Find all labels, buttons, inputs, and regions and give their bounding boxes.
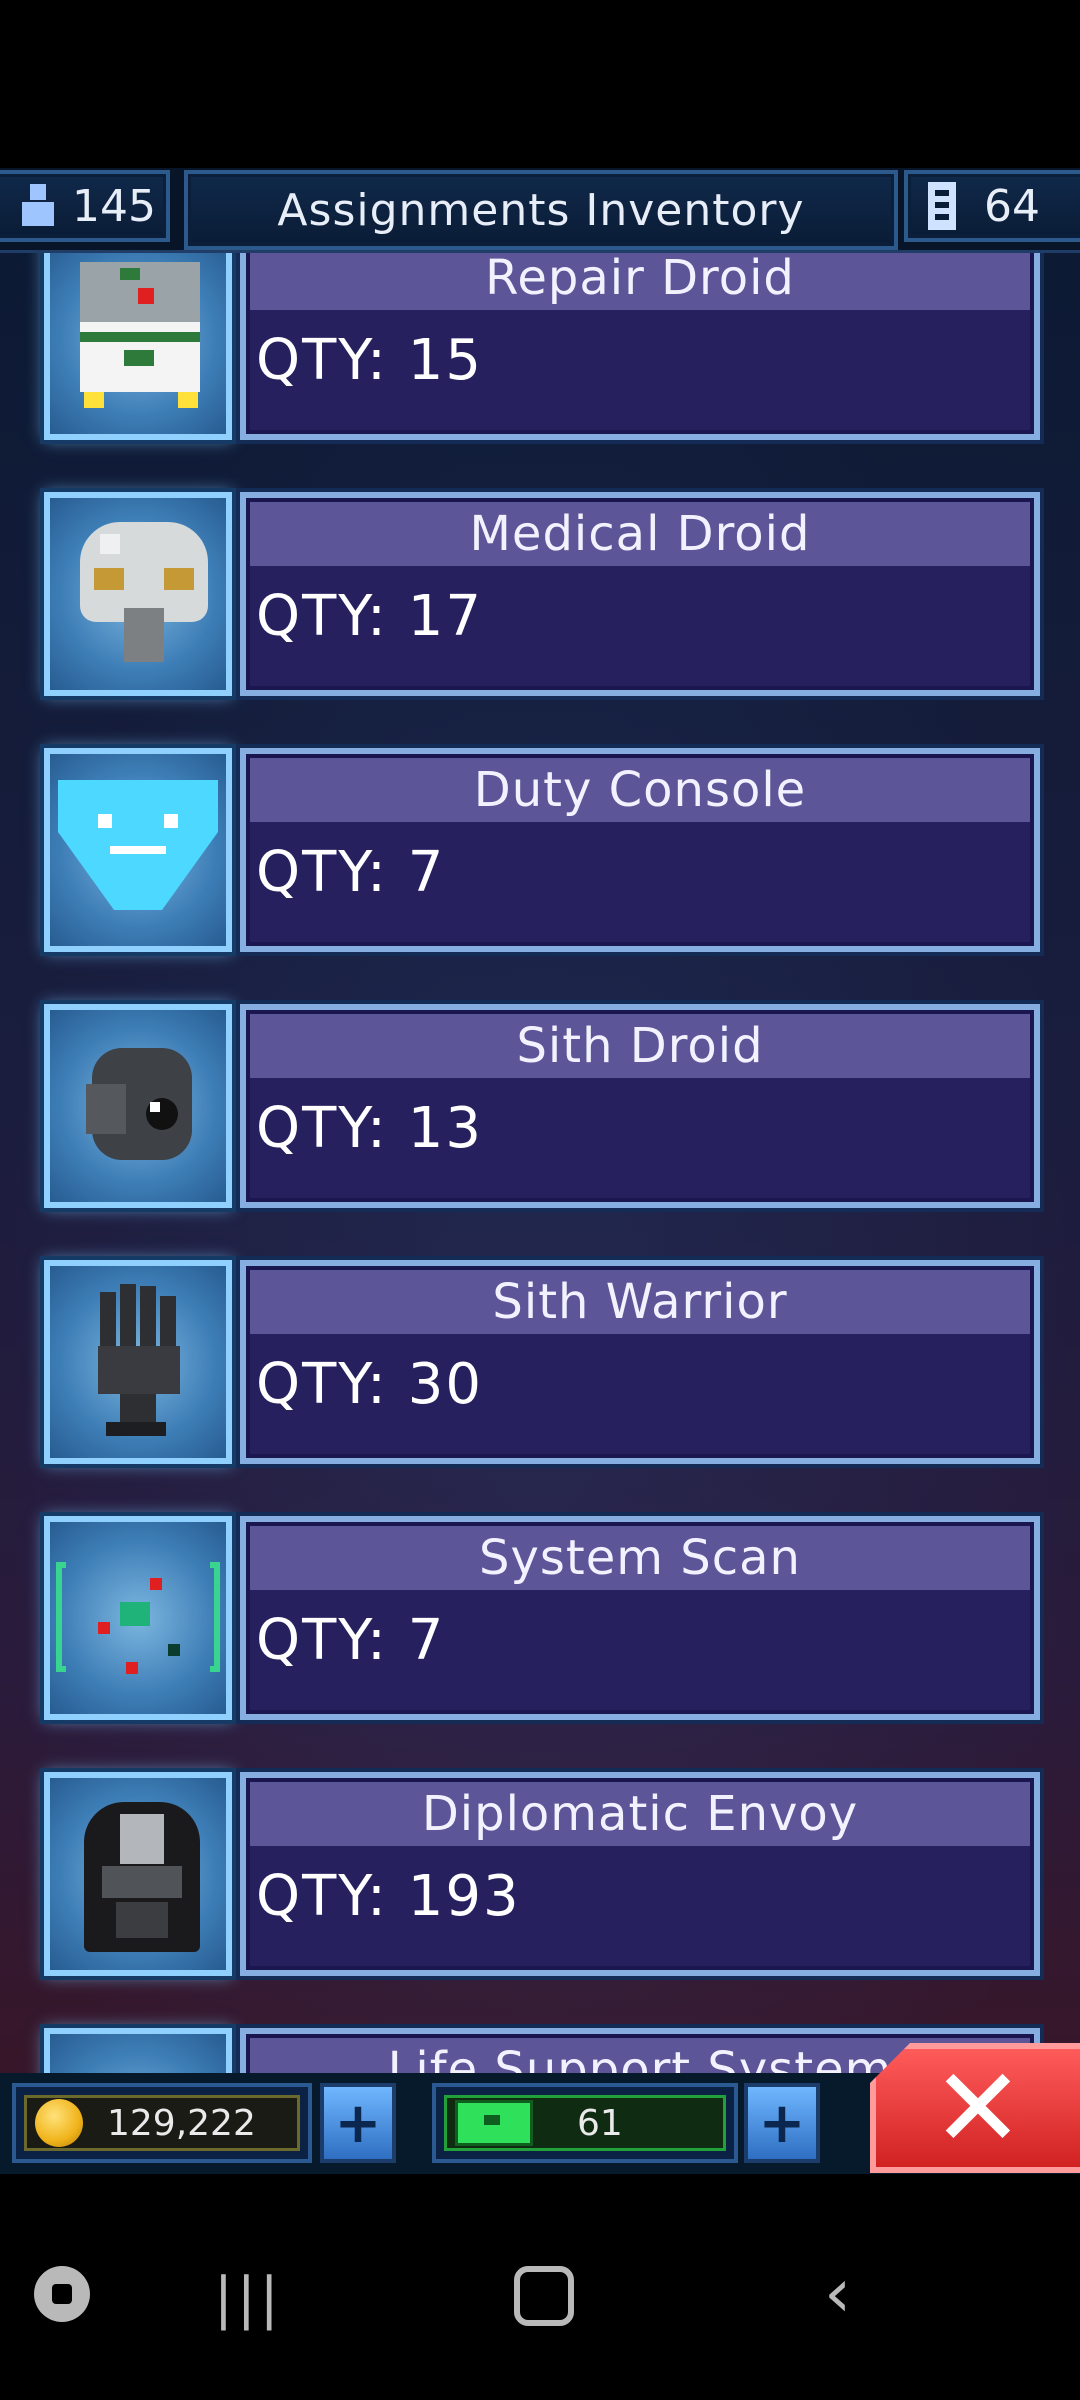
item-name: Repair Droid — [250, 246, 1030, 310]
home-icon[interactable] — [514, 2266, 574, 2326]
game-screen: 145 Assignments Inventory 64 Repair Droi… — [0, 168, 1080, 2174]
inventory-list[interactable]: Repair Droid QTY: 15 Medical Droid QTY: … — [0, 236, 1080, 2174]
coins-display: 129,222 — [12, 2083, 312, 2163]
tower-icon — [928, 182, 956, 230]
game-tools-icon[interactable] — [34, 2266, 90, 2322]
android-nav-bar: ||| ‹ — [0, 2174, 1080, 2400]
item-name: Sith Droid — [250, 1014, 1030, 1078]
item-name: Medical Droid — [250, 502, 1030, 566]
item-qty: QTY: 15 — [256, 328, 483, 393]
population-counter[interactable]: 145 — [0, 170, 170, 242]
item-panel: Repair Droid QTY: 15 — [240, 236, 1040, 440]
duty-console-icon — [44, 748, 232, 952]
diplomatic-envoy-icon — [44, 1772, 232, 1976]
floors-counter[interactable]: 64 — [904, 170, 1080, 242]
add-energy-button[interactable]: + — [744, 2083, 820, 2163]
add-coins-button[interactable]: + — [320, 2083, 396, 2163]
bottom-bar: 129,222 + 61 + ✕ — [0, 2043, 1080, 2174]
item-name: Diplomatic Envoy — [250, 1782, 1030, 1846]
sith-droid-icon — [44, 1004, 232, 1208]
medical-droid-icon — [44, 492, 232, 696]
item-name: System Scan — [250, 1526, 1030, 1590]
top-bar: 145 Assignments Inventory 64 — [0, 168, 1080, 253]
inventory-item[interactable]: Sith Droid QTY: 13 — [40, 1004, 1040, 1214]
item-panel: Sith Warrior QTY: 30 — [240, 1260, 1040, 1464]
population-value: 145 — [72, 180, 156, 232]
item-panel: Medical Droid QTY: 17 — [240, 492, 1040, 696]
close-button[interactable]: ✕ — [870, 2043, 1080, 2173]
item-qty: QTY: 193 — [256, 1864, 521, 1929]
inventory-item[interactable]: Sith Warrior QTY: 30 — [40, 1260, 1040, 1470]
item-qty: QTY: 7 — [256, 1608, 446, 1673]
item-name: Sith Warrior — [250, 1270, 1030, 1334]
inventory-item[interactable]: Medical Droid QTY: 17 — [40, 492, 1040, 702]
energy-value: 61 — [577, 2102, 623, 2144]
floors-value: 64 — [984, 180, 1040, 232]
coin-icon — [35, 2099, 83, 2147]
item-panel: Diplomatic Envoy QTY: 193 — [240, 1772, 1040, 1976]
repair-droid-icon — [44, 236, 232, 440]
inventory-item[interactable]: Repair Droid QTY: 15 — [40, 236, 1040, 446]
inventory-item[interactable]: System Scan QTY: 7 — [40, 1516, 1040, 1726]
inventory-item[interactable]: Duty Console QTY: 7 — [40, 748, 1040, 958]
item-qty: QTY: 13 — [256, 1096, 483, 1161]
back-icon[interactable]: ‹ — [824, 2254, 851, 2333]
coins-value: 129,222 — [107, 2102, 256, 2144]
sith-warrior-icon — [44, 1260, 232, 1464]
population-icon — [18, 182, 58, 230]
energy-icon — [455, 2100, 533, 2146]
recent-apps-icon[interactable]: ||| — [214, 2266, 283, 2331]
item-qty: QTY: 30 — [256, 1352, 483, 1417]
inventory-item[interactable]: Diplomatic Envoy QTY: 193 — [40, 1772, 1040, 1982]
energy-display: 61 — [432, 2083, 738, 2163]
item-panel: System Scan QTY: 7 — [240, 1516, 1040, 1720]
page-title: Assignments Inventory — [184, 170, 898, 250]
item-panel: Duty Console QTY: 7 — [240, 748, 1040, 952]
item-qty: QTY: 7 — [256, 840, 446, 905]
item-name: Duty Console — [250, 758, 1030, 822]
system-scan-icon — [44, 1516, 232, 1720]
item-qty: QTY: 17 — [256, 584, 483, 649]
item-panel: Sith Droid QTY: 13 — [240, 1004, 1040, 1208]
